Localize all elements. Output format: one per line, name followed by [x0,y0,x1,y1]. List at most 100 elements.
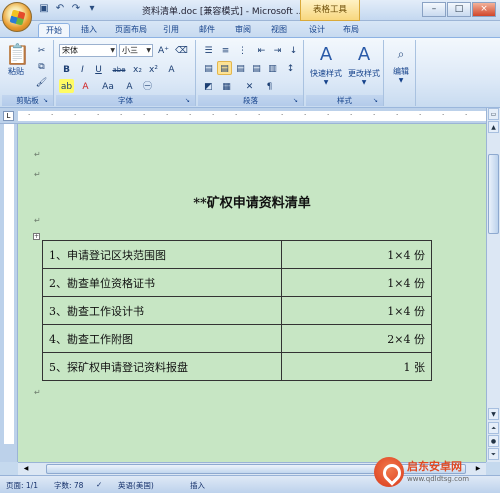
font-launcher-icon[interactable]: ↘ [185,97,193,105]
requirements-table[interactable]: 1、申请登记区块范围图 1×4 份 2、勘查单位资格证书 1×4 份 3、勘查工… [42,240,432,381]
item-cell[interactable]: 5、探矿权申请登记资料报盘 [42,352,282,381]
font-name-combo[interactable]: 宋体 ▼ [59,44,117,57]
item-cell[interactable]: 3、勘查工作设计书 [42,296,282,325]
bold-button[interactable]: B [59,62,74,76]
ruler-tick: · [396,111,399,119]
distributed-icon[interactable]: ▥ [265,61,280,75]
qty-cell[interactable]: 2×4 份 [281,324,432,353]
office-button[interactable] [2,2,32,32]
align-right-icon[interactable]: ▤ [233,61,248,75]
format-painter-icon[interactable]: 🖌 [34,75,49,89]
underline-button[interactable]: U [91,62,106,76]
paragraph-launcher-icon[interactable]: ↘ [293,97,301,105]
table-row[interactable]: 5、探矿权申请登记资料报盘 1 张 [42,352,432,381]
change-styles-button[interactable]: A 更改样式 ▼ [346,42,382,92]
tab-layout[interactable]: 布局 [340,23,362,37]
qty-cell[interactable]: 1×4 份 [281,296,432,325]
shading-icon[interactable]: ◩ [201,79,216,93]
highlight-icon[interactable]: ab [59,79,74,93]
justify-icon[interactable]: ▤ [249,61,264,75]
language-indicator[interactable]: 英语(美国) [118,480,154,491]
undo-icon[interactable]: ↶ [54,3,66,15]
chevron-down-icon: ▼ [361,79,367,86]
chinese-layout-icon[interactable]: ✕ [242,79,257,93]
increase-indent-icon[interactable]: ⇥ [270,43,285,57]
page-indicator[interactable]: 页面: 1/1 [6,480,38,491]
copy-icon[interactable]: ⧉ [34,59,49,73]
qty-cell[interactable]: 1 张 [281,352,432,381]
superscript-button[interactable]: x² [146,62,161,76]
close-button[interactable]: × [472,2,496,17]
text-effects-icon[interactable]: A [164,62,179,76]
vertical-scrollbar[interactable]: ▭ ▲ ▼ ⏶ ● ⏷ [486,108,500,462]
tab-review[interactable]: 审阅 [232,23,254,37]
save-icon[interactable]: ▣ [38,3,50,15]
tab-insert[interactable]: 插入 [78,23,100,37]
sort-icon[interactable]: ↓ [286,43,301,57]
paste-button[interactable]: 📋 粘贴 [5,42,30,84]
word-count[interactable]: 字数: 78 [54,480,83,491]
editing-button[interactable]: ⌕ 编辑 ▼ [387,42,415,92]
watermark-logo-icon [374,457,404,487]
scroll-thumb[interactable] [488,154,499,234]
tab-references[interactable]: 引用 [160,23,182,37]
italic-button[interactable]: I [75,62,90,76]
bullets-icon[interactable]: ☰ [201,43,216,57]
item-cell[interactable]: 2、勘查单位资格证书 [42,268,282,297]
item-cell[interactable]: 1、申请登记区块范围图 [42,240,282,269]
align-center-icon[interactable]: ▤ [217,61,232,75]
insert-mode-indicator[interactable]: 插入 [190,480,205,491]
char-shading-icon[interactable]: A [122,79,137,93]
minimize-button[interactable]: – [422,2,446,17]
qty-cell[interactable]: 1×4 份 [281,268,432,297]
table-row[interactable]: 3、勘查工作设计书 1×4 份 [42,296,432,325]
browse-object-icon[interactable]: ● [488,435,499,447]
table-row[interactable]: 4、勘查工作附图 2×4 份 [42,324,432,353]
numbering-icon[interactable]: ≡ [218,43,233,57]
borders-icon[interactable]: ▦ [219,79,234,93]
change-case-button[interactable]: Aa [98,79,118,93]
customize-qat-icon[interactable]: ▾ [86,3,98,15]
font-size-combo[interactable]: 小三 ▼ [119,44,153,57]
ruler-tick: · [28,111,31,119]
scroll-left-icon[interactable]: ◀ [20,464,32,474]
tab-page-layout[interactable]: 页面布局 [112,23,150,37]
font-color-icon[interactable]: A [78,79,93,93]
enclose-char-icon[interactable]: ㊀ [140,79,155,93]
item-cell[interactable]: 4、勘查工作附图 [42,324,282,353]
strikethrough-button[interactable]: abe [110,62,128,76]
ruler-toggle-icon[interactable]: ▭ [488,108,499,120]
show-marks-icon[interactable]: ¶ [262,79,277,93]
scroll-down-icon[interactable]: ▼ [488,408,499,420]
horizontal-ruler[interactable]: L · · · · · · · · · · · · · · · · · · · · [0,108,500,124]
prev-page-icon[interactable]: ⏶ [488,422,499,434]
table-row[interactable]: 2、勘查单位资格证书 1×4 份 [42,268,432,297]
grow-font-icon[interactable]: A⁺ [156,43,171,57]
ruler-tick: · [350,111,353,119]
tab-home[interactable]: 开始 [38,23,70,37]
multilevel-list-icon[interactable]: ⋮ [235,43,250,57]
clear-format-icon[interactable]: ⌫ [174,43,189,57]
qty-cell[interactable]: 1×4 份 [281,240,432,269]
tab-design[interactable]: 设计 [306,23,328,37]
align-left-icon[interactable]: ▤ [201,61,216,75]
proofing-icon[interactable]: ✓ [96,480,102,489]
document-page[interactable]: ↵ ↵ **矿权申请资料清单 ↵ + 1、申请登记区块范围图 1×4 份 2、勘… [18,124,486,462]
tab-mailings[interactable]: 邮件 [196,23,218,37]
cut-icon[interactable]: ✂ [34,43,49,57]
redo-icon[interactable]: ↷ [70,3,82,15]
ruler-tick: · [189,111,192,119]
table-move-handle-icon[interactable]: + [33,233,40,240]
clipboard-launcher-icon[interactable]: ↘ [43,97,51,105]
table-row[interactable]: 1、申请登记区块范围图 1×4 份 [42,240,432,269]
styles-launcher-icon[interactable]: ↘ [373,97,381,105]
quick-styles-button[interactable]: A 快速样式 ▼ [308,42,344,92]
scroll-up-icon[interactable]: ▲ [488,121,499,133]
subscript-button[interactable]: x₂ [130,62,145,76]
vertical-ruler[interactable] [0,124,18,462]
tab-view[interactable]: 视图 [268,23,290,37]
line-spacing-icon[interactable]: ↕ [283,61,298,75]
tab-selector-icon[interactable]: L [3,111,14,121]
maximize-button[interactable]: □ [447,2,471,17]
decrease-indent-icon[interactable]: ⇤ [254,43,269,57]
